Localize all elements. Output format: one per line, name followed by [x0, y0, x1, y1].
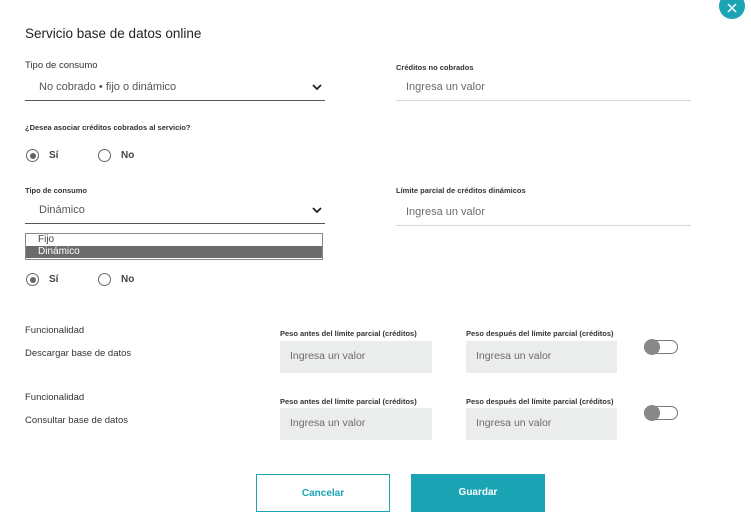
weight-before-input[interactable]: Ingresa un valor — [280, 341, 432, 373]
functionality-heading: Funcionalidad — [25, 392, 85, 403]
uncharged-credits-input[interactable]: Ingresa un valor — [396, 75, 691, 101]
associate-credits-question: ¿Desea asociar créditos cobrados al serv… — [25, 123, 191, 132]
dropdown-option-fijo[interactable]: Fijo — [26, 234, 322, 246]
consumption-type-select[interactable]: No cobrado • fijo o dinámico — [25, 75, 325, 101]
weight-before-placeholder: Ingresa un valor — [290, 417, 366, 429]
save-button[interactable]: Guardar — [411, 474, 545, 512]
weight-after-placeholder: Ingresa un valor — [476, 417, 552, 429]
consumption-type-select-2[interactable]: Dinámico — [25, 198, 325, 224]
consumption-type-dropdown: Fijo Dinámico — [25, 233, 323, 260]
dynamic-limit-input[interactable]: Ingresa un valor — [396, 200, 691, 226]
section2-no-radio[interactable]: No — [98, 273, 134, 286]
section2-yes-label: Sí — [49, 274, 59, 285]
toggle-knob — [644, 339, 660, 355]
weight-before-placeholder: Ingresa un valor — [290, 350, 366, 362]
chevron-down-icon — [312, 84, 322, 91]
functionality-name: Consultar base de datos — [25, 415, 128, 426]
dialog-title: Servicio base de datos online — [25, 26, 202, 41]
weight-after-label: Peso después del límite parcial (crédito… — [466, 329, 614, 338]
associate-yes-label: Sí — [49, 150, 59, 161]
radio-checked-icon — [26, 149, 39, 162]
weight-after-input[interactable]: Ingresa un valor — [466, 408, 617, 440]
section2-yes-radio[interactable]: Sí — [26, 273, 58, 286]
uncharged-credits-placeholder: Ingresa un valor — [406, 81, 485, 93]
functionality-heading: Funcionalidad — [25, 325, 85, 336]
consumption-type-value-2: Dinámico — [39, 204, 85, 216]
dropdown-option-dinamico[interactable]: Dinámico — [26, 246, 322, 258]
close-button[interactable] — [719, 0, 745, 19]
weight-before-label: Peso antes del límite parcial (créditos) — [280, 397, 417, 406]
radio-unchecked-icon — [98, 273, 111, 286]
dynamic-limit-label: Límite parcial de créditos dinámicos — [396, 186, 526, 195]
weight-after-placeholder: Ingresa un valor — [476, 350, 552, 362]
consumption-type-value: No cobrado • fijo o dinámico — [39, 81, 177, 93]
weight-after-label: Peso después del límite parcial (crédito… — [466, 397, 614, 406]
weight-before-input[interactable]: Ingresa un valor — [280, 408, 432, 440]
functionality-toggle[interactable] — [644, 339, 678, 355]
weight-after-input[interactable]: Ingresa un valor — [466, 341, 617, 373]
uncharged-credits-label: Créditos no cobrados — [396, 63, 474, 72]
chevron-down-icon — [312, 207, 322, 214]
radio-unchecked-icon — [98, 149, 111, 162]
associate-yes-radio[interactable]: Sí — [26, 149, 58, 162]
radio-checked-icon — [26, 273, 39, 286]
functionality-toggle[interactable] — [644, 405, 678, 421]
section2-no-label: No — [121, 274, 135, 285]
dynamic-limit-placeholder: Ingresa un valor — [406, 206, 485, 218]
associate-no-label: No — [121, 150, 135, 161]
associate-no-radio[interactable]: No — [98, 149, 134, 162]
functionality-name: Descargar base de datos — [25, 348, 132, 359]
close-icon — [727, 3, 737, 13]
weight-before-label: Peso antes del límite parcial (créditos) — [280, 329, 417, 338]
cancel-button[interactable]: Cancelar — [256, 474, 390, 512]
consumption-type-label: Tipo de consumo — [25, 60, 98, 71]
consumption-type-label-2: Tipo de consumo — [25, 186, 87, 195]
toggle-knob — [644, 405, 660, 421]
